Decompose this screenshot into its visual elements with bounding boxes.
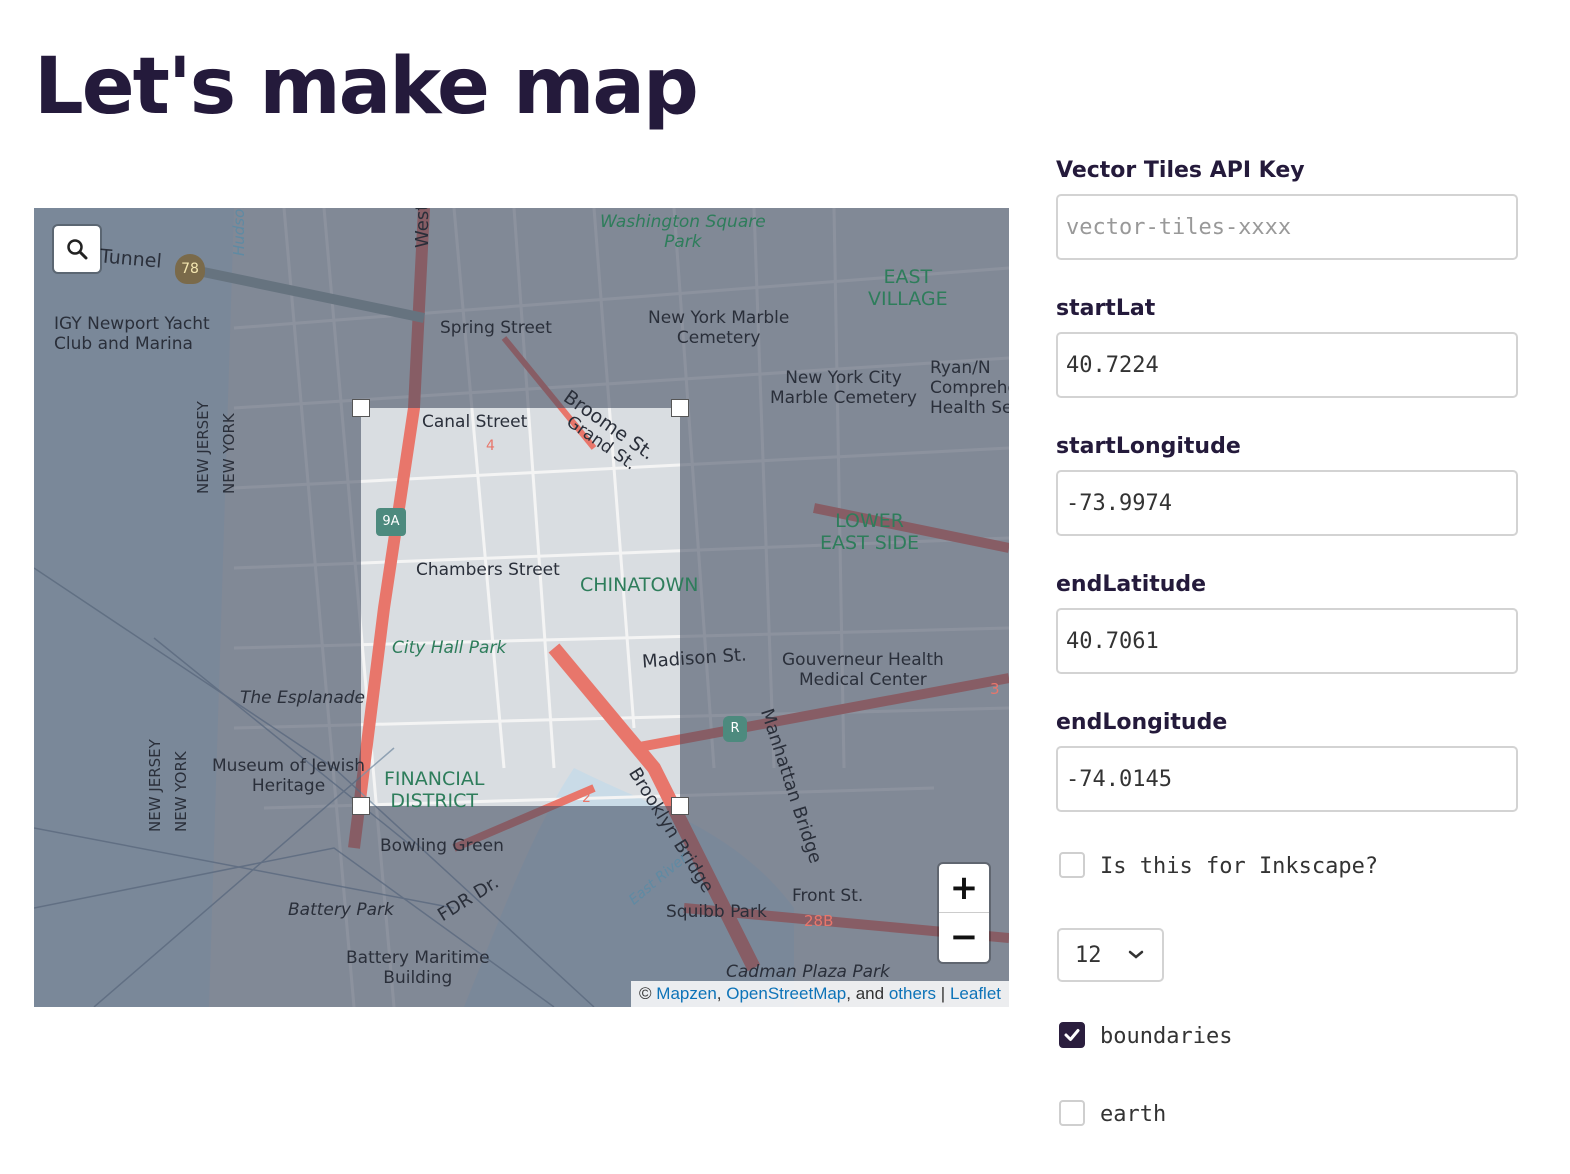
map-view[interactable]: Tunnel 78 West St. Hudson Washington Squ…: [34, 208, 1009, 1007]
boundaries-checkbox-label: boundaries: [1100, 1024, 1233, 1049]
chevron-down-icon: [1128, 950, 1144, 959]
api-key-label: Vector Tiles API Key: [1056, 158, 1305, 183]
start-lon-label: startLongitude: [1056, 434, 1241, 459]
attribution-separator: ,: [716, 984, 722, 1003]
earth-checkbox[interactable]: [1059, 1100, 1085, 1126]
zoom-control: + −: [939, 864, 989, 962]
route-r-shield: R: [723, 716, 747, 742]
attribution-and: , and: [846, 984, 885, 1003]
start-lat-label: startLat: [1056, 296, 1156, 321]
end-lon-input[interactable]: [1056, 746, 1518, 812]
map-label-west-st: West St.: [412, 208, 433, 248]
map-label-front-st: Front St.: [792, 886, 864, 906]
zoom-level-select[interactable]: 12: [1057, 928, 1164, 982]
map-label-new-jersey-north: NEW JERSEY: [194, 401, 212, 494]
map-label-igy: IGY Newport Yacht Club and Marina: [54, 314, 210, 354]
route-4-label: 4: [486, 438, 495, 454]
selection-handle-top-left[interactable]: [352, 399, 370, 417]
selection-handle-top-right[interactable]: [671, 399, 689, 417]
page-title: Let's make map: [34, 42, 699, 132]
start-lon-input[interactable]: [1056, 470, 1518, 536]
selection-handle-bottom-left[interactable]: [352, 797, 370, 815]
route-2-label: 2: [582, 790, 591, 806]
attribution-pipe: |: [940, 984, 946, 1003]
map-label-new-york-north: NEW YORK: [220, 413, 238, 494]
map-label-city-hall-park: City Hall Park: [392, 638, 507, 658]
attribution-link-others[interactable]: others: [889, 984, 936, 1003]
attribution-link-osm[interactable]: OpenStreetMap: [726, 984, 846, 1003]
map-label-museum: Museum of Jewish Heritage: [212, 756, 366, 796]
search-icon: [67, 239, 88, 260]
inkscape-checkbox-label: Is this for Inkscape?: [1100, 854, 1379, 879]
map-label-washington-square: Washington Square Park: [600, 212, 766, 252]
map-label-bowling-green: Bowling Green: [380, 836, 504, 856]
map-label-spring-street: Spring Street: [440, 318, 552, 338]
map-label-esplanade: The Esplanade: [240, 688, 365, 708]
map-label-ryan: Ryan/N Comprehe Health Se: [930, 358, 1009, 418]
map-label-battery-park: Battery Park: [288, 900, 394, 920]
end-lat-input[interactable]: [1056, 608, 1518, 674]
selection-mask-right: [680, 408, 1009, 806]
map-label-east-village: EAST VILLAGE: [868, 266, 948, 310]
attribution-link-mapzen[interactable]: Mapzen: [656, 984, 716, 1003]
earth-checkbox-label: earth: [1100, 1102, 1167, 1127]
map-label-cadman-plaza-park: Cadman Plaza Park: [726, 962, 890, 982]
highway-78-shield: 78: [175, 254, 205, 284]
zoom-in-button[interactable]: +: [939, 864, 989, 913]
checkmark-icon: [1064, 1029, 1080, 1041]
map-attribution: © Mapzen, OpenStreetMap, and others | Le…: [631, 981, 1009, 1007]
map-label-lower-east-side: LOWER EAST SIDE: [820, 510, 920, 554]
selection-handle-bottom-right[interactable]: [671, 797, 689, 815]
end-lat-label: endLatitude: [1056, 572, 1207, 597]
map-label-chinatown: CHINATOWN: [580, 574, 699, 596]
map-search-button[interactable]: [54, 226, 100, 272]
attribution-link-leaflet[interactable]: Leaflet: [950, 984, 1001, 1003]
copyright-symbol: ©: [639, 984, 652, 1003]
start-lat-input[interactable]: [1056, 332, 1518, 398]
map-label-canal-street: Canal Street: [422, 412, 528, 432]
map-label-battery-maritime: Battery Maritime Building: [346, 948, 490, 988]
route-9a-shield: 9A: [376, 508, 406, 536]
map-label-financial-district: FINANCIAL DISTRICT: [384, 768, 485, 812]
end-lon-label: endLongitude: [1056, 710, 1228, 735]
zoom-out-button[interactable]: −: [939, 913, 989, 961]
api-key-input[interactable]: [1056, 194, 1518, 260]
map-label-chambers-street: Chambers Street: [416, 560, 560, 580]
exit-28b-label: 28B: [804, 912, 834, 930]
map-label-new-jersey-south: NEW JERSEY: [146, 739, 164, 832]
zoom-level-value: 12: [1075, 942, 1102, 968]
boundaries-checkbox[interactable]: [1059, 1022, 1085, 1048]
map-label-squibb-park: Squibb Park: [666, 902, 767, 922]
map-label-gouverneur: Gouverneur Health Medical Center: [782, 650, 944, 690]
map-label-new-york-south: NEW YORK: [172, 751, 190, 832]
map-label-nyc-marble-cemetery: New York City Marble Cemetery: [770, 368, 917, 408]
inkscape-checkbox[interactable]: [1059, 852, 1085, 878]
map-label-ny-marble-cemetery: New York Marble Cemetery: [648, 308, 790, 348]
exit-3-label: 3: [990, 680, 1000, 698]
map-label-hudson: Hudson: [230, 208, 248, 256]
